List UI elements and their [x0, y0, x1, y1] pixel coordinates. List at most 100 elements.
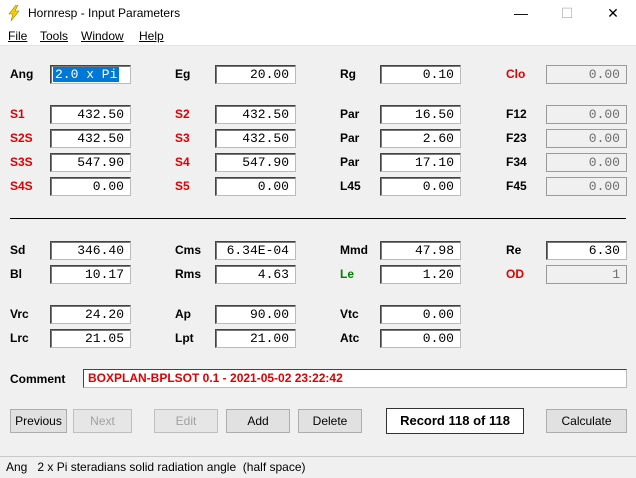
label-clo: Clo	[506, 67, 526, 81]
menu-help[interactable]: Help	[139, 29, 164, 43]
menu-tools[interactable]: Tools	[40, 29, 68, 43]
window-title: Hornresp - Input Parameters	[28, 6, 181, 20]
s3-field[interactable]: 432.50	[215, 129, 296, 148]
record-indicator: Record 118 of 118	[386, 408, 524, 434]
par-1-field[interactable]: 16.50	[380, 105, 461, 124]
label-par-2: Par	[340, 131, 360, 145]
od-field: 1	[546, 265, 627, 284]
minimize-button[interactable]: —	[498, 0, 544, 26]
status-bar: Ang 2 x Pi steradians solid radiation an…	[0, 456, 636, 478]
label-bl: Bl	[10, 267, 22, 281]
label-s2: S2	[175, 107, 190, 121]
label-lrc: Lrc	[10, 331, 29, 345]
s3s-field[interactable]: 547.90	[50, 153, 131, 172]
menu-tools-label: Tools	[40, 29, 69, 43]
ang-field[interactable]: 2.0 x Pi	[50, 65, 131, 84]
atc-field[interactable]: 0.00	[380, 329, 461, 348]
title-bar[interactable]: Hornresp - Input Parameters — ☐ ✕	[0, 0, 636, 26]
delete-button-label: Delete	[312, 414, 348, 428]
menu-help-label: Help	[139, 29, 164, 43]
l45-field[interactable]: 0.00	[380, 177, 461, 196]
label-l45: L45	[340, 179, 361, 193]
label-s2s: S2S	[10, 131, 33, 145]
eg-field[interactable]: 20.00	[215, 65, 296, 84]
lpt-field[interactable]: 21.00	[215, 329, 296, 348]
menu-window[interactable]: Window	[81, 29, 124, 43]
cms-field[interactable]: 6.34E-04	[215, 241, 296, 260]
f23-field: 0.00	[546, 129, 627, 148]
status-text: Ang 2 x Pi steradians solid radiation an…	[6, 460, 306, 474]
rg-field[interactable]: 0.10	[380, 65, 461, 84]
label-rg: Rg	[340, 67, 356, 81]
label-s5: S5	[175, 179, 190, 193]
label-f45: F45	[506, 179, 527, 193]
s4-field[interactable]: 547.90	[215, 153, 296, 172]
label-rms: Rms	[175, 267, 202, 281]
label-atc: Atc	[340, 331, 360, 345]
re-field[interactable]: 6.30	[546, 241, 627, 260]
s2s-field[interactable]: 432.50	[50, 129, 131, 148]
label-ang: Ang	[10, 67, 34, 81]
par-2-field[interactable]: 2.60	[380, 129, 461, 148]
ang-value: 2.0 x Pi	[53, 67, 120, 82]
calculate-button[interactable]: Calculate	[546, 409, 627, 433]
s5-field[interactable]: 0.00	[215, 177, 296, 196]
vtc-field[interactable]: 0.00	[380, 305, 461, 324]
s4s-field[interactable]: 0.00	[50, 177, 131, 196]
edit-button-label: Edit	[175, 414, 197, 428]
rms-field[interactable]: 4.63	[215, 265, 296, 284]
s1-field[interactable]: 432.50	[50, 105, 131, 124]
label-s3s: S3S	[10, 155, 33, 169]
add-button-label: Add	[247, 414, 269, 428]
comment-field[interactable]: BOXPLAN-BPLSOT 0.1 - 2021-05-02 23:22:42	[83, 369, 627, 388]
ap-field[interactable]: 90.00	[215, 305, 296, 324]
par-3-field[interactable]: 17.10	[380, 153, 461, 172]
previous-button-label: Previous	[15, 414, 62, 428]
edit-button: Edit	[154, 409, 218, 433]
label-mmd: Mmd	[340, 243, 368, 257]
label-f12: F12	[506, 107, 527, 121]
label-cms: Cms	[175, 243, 202, 257]
lrc-field[interactable]: 21.05	[50, 329, 131, 348]
le-field[interactable]: 1.20	[380, 265, 461, 284]
add-button[interactable]: Add	[226, 409, 290, 433]
input-parameters-panel: Ang 2.0 x Pi Eg 20.00 Rg 0.10 Clo 0.00 S…	[0, 47, 636, 455]
sd-field[interactable]: 346.40	[50, 241, 131, 260]
label-s4: S4	[175, 155, 190, 169]
label-lpt: Lpt	[175, 331, 194, 345]
label-eg: Eg	[175, 67, 191, 81]
next-button: Next	[73, 409, 132, 433]
label-f23: F23	[506, 131, 527, 145]
label-par-1: Par	[340, 107, 360, 121]
label-od: OD	[506, 267, 524, 281]
label-vrc: Vrc	[10, 307, 29, 321]
s2-field[interactable]: 432.50	[215, 105, 296, 124]
section-divider	[10, 218, 626, 219]
label-f34: F34	[506, 155, 527, 169]
f45-field: 0.00	[546, 177, 627, 196]
f12-field: 0.00	[546, 105, 627, 124]
next-button-label: Next	[90, 414, 115, 428]
clo-field: 0.00	[546, 65, 627, 84]
label-comment: Comment	[10, 372, 66, 386]
menu-file-label: File	[8, 29, 28, 43]
label-par-3: Par	[340, 155, 360, 169]
lightning-bolt-icon	[8, 5, 20, 21]
label-re: Re	[506, 243, 522, 257]
bl-field[interactable]: 10.17	[50, 265, 131, 284]
close-button[interactable]: ✕	[590, 0, 636, 26]
delete-button[interactable]: Delete	[298, 409, 362, 433]
menu-file[interactable]: File	[8, 29, 27, 43]
vrc-field[interactable]: 24.20	[50, 305, 131, 324]
previous-button[interactable]: Previous	[10, 409, 67, 433]
label-s4s: S4S	[10, 179, 33, 193]
label-ap: Ap	[175, 307, 191, 321]
label-le: Le	[340, 267, 355, 281]
menu-window-label: Window	[81, 29, 124, 43]
menu-bar: File Tools Window Help	[0, 26, 636, 46]
label-s1: S1	[10, 107, 25, 121]
calculate-button-label: Calculate	[561, 414, 612, 428]
label-vtc: Vtc	[340, 307, 359, 321]
mmd-field[interactable]: 47.98	[380, 241, 461, 260]
f34-field: 0.00	[546, 153, 627, 172]
